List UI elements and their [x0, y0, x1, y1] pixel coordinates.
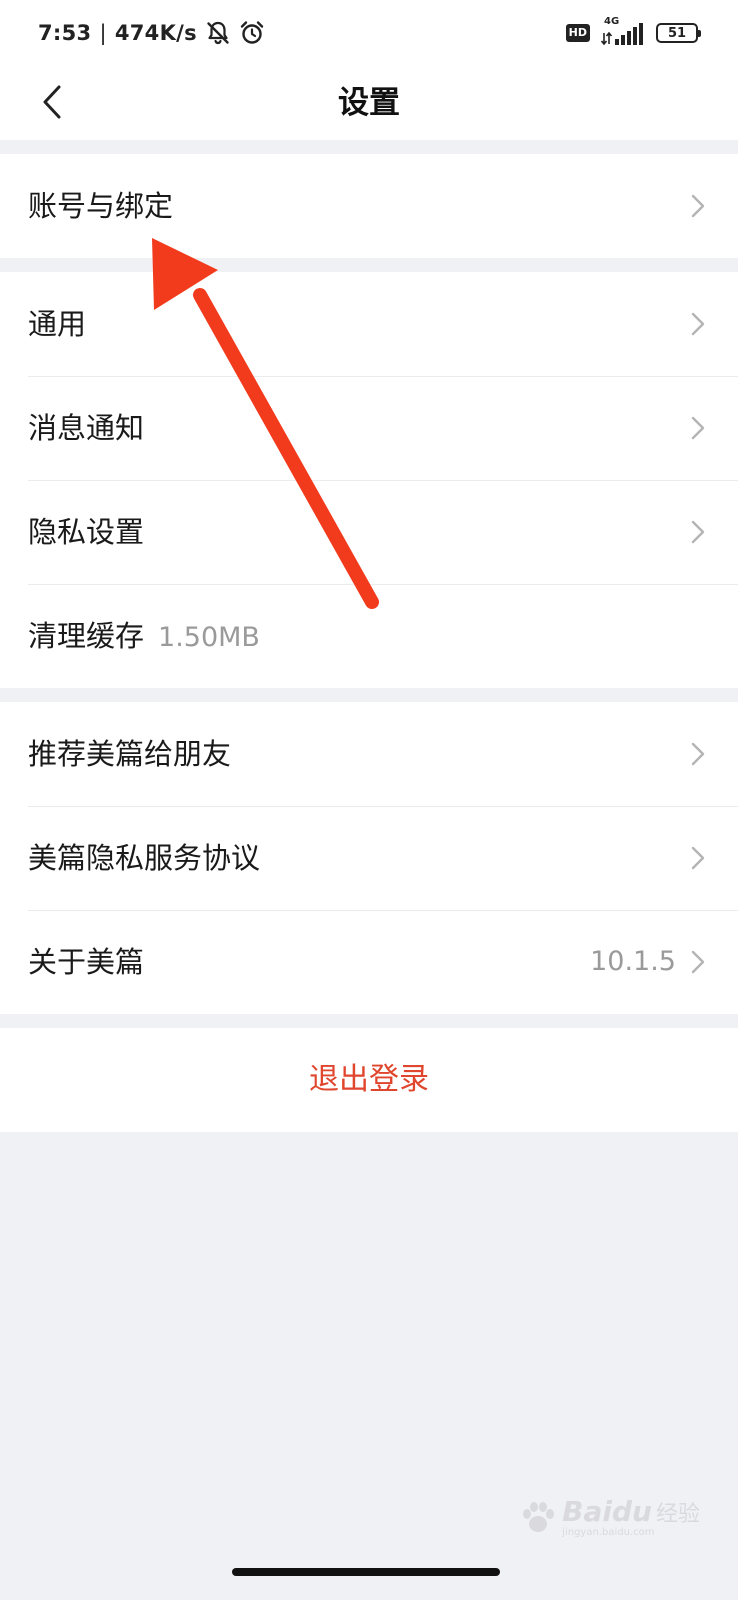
settings-group-general: 通用 消息通知 隐私设置 清理缓存 1.50MB — [0, 272, 738, 688]
row-label: 美篇隐私服务协议 — [28, 841, 261, 875]
row-about[interactable]: 关于美篇 10.1.5 — [0, 910, 738, 1014]
watermark-brand: Baidu — [562, 1495, 652, 1528]
status-bar: 7:53 | 474K/s HD 4G 51 — [0, 0, 738, 66]
chevron-right-icon — [684, 844, 712, 872]
alarm-icon — [239, 20, 265, 46]
settings-group-account: 账号与绑定 — [0, 154, 738, 258]
paw-icon — [523, 1502, 555, 1532]
battery-level: 51 — [667, 25, 687, 41]
status-net-speed: 474K/s — [114, 21, 197, 45]
row-account-binding[interactable]: 账号与绑定 — [0, 154, 738, 258]
chevron-right-icon — [684, 414, 712, 442]
status-time: 7:53 — [38, 21, 92, 45]
chevron-right-icon — [684, 740, 712, 768]
watermark-suffix: 经验 — [655, 1502, 700, 1527]
status-separator: | — [99, 21, 107, 45]
row-label: 消息通知 — [28, 411, 145, 445]
cache-size: 1.50MB — [158, 622, 260, 653]
baidu-watermark: Baidu 经验 jingyan.baidu.com — [518, 1494, 700, 1542]
hd-badge: HD — [565, 24, 590, 42]
settings-group-about: 推荐美篇给朋友 美篇隐私服务协议 关于美篇 10.1.5 — [0, 702, 738, 1014]
row-label: 推荐美篇给朋友 — [28, 737, 232, 771]
row-notifications[interactable]: 消息通知 — [0, 376, 738, 480]
row-privacy-agreement[interactable]: 美篇隐私服务协议 — [0, 806, 738, 910]
chevron-right-icon — [684, 310, 712, 338]
app-version: 10.1.5 — [590, 946, 676, 977]
chevron-right-icon — [684, 192, 712, 220]
row-privacy-settings[interactable]: 隐私设置 — [0, 480, 738, 584]
row-clear-cache[interactable]: 清理缓存 1.50MB — [0, 584, 738, 688]
row-label: 账号与绑定 — [28, 189, 174, 223]
row-general[interactable]: 通用 — [0, 272, 738, 376]
signal-icon: 4G — [600, 16, 646, 47]
row-label: 隐私设置 — [28, 515, 145, 549]
logout-button[interactable]: 退出登录 — [0, 1028, 738, 1132]
nav-bar: 设置 — [0, 66, 738, 140]
status-left: 7:53 | 474K/s — [38, 18, 265, 48]
home-indicator[interactable] — [232, 1568, 500, 1576]
battery-icon: 51 — [656, 23, 701, 43]
row-label: 通用 — [28, 307, 87, 341]
row-label: 关于美篇 — [28, 945, 145, 979]
row-label-text: 清理缓存 — [28, 619, 145, 653]
muted-bell-icon — [205, 20, 231, 46]
status-right: HD 4G 51 — [565, 16, 701, 48]
page-title: 设置 — [338, 85, 400, 121]
chevron-right-icon — [684, 518, 712, 546]
watermark-url: jingyan.baidu.com — [562, 1527, 655, 1538]
chevron-right-icon — [684, 948, 712, 976]
row-recommend[interactable]: 推荐美篇给朋友 — [0, 702, 738, 806]
row-label: 清理缓存 1.50MB — [28, 584, 260, 688]
